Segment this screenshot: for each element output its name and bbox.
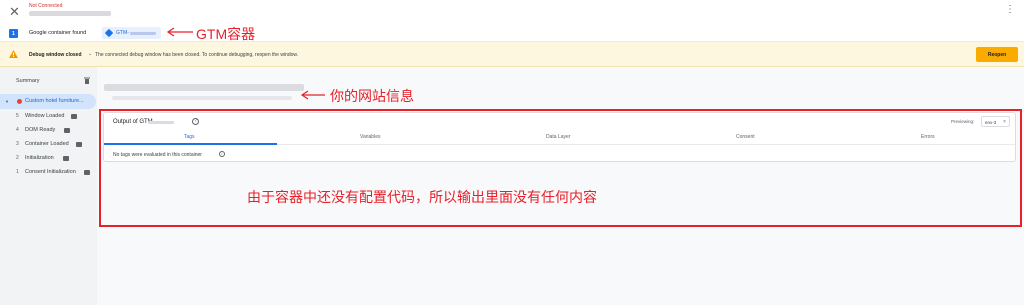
annotation-site-info: 你的网站信息 bbox=[330, 88, 414, 104]
summary-label[interactable]: Summary bbox=[16, 78, 40, 84]
event-label: Window Loaded bbox=[25, 113, 65, 119]
event-number: 2 bbox=[16, 155, 19, 161]
warning-icon bbox=[9, 50, 18, 58]
event-number: 5 bbox=[16, 113, 19, 119]
delete-icon[interactable] bbox=[84, 77, 90, 84]
gtm-chip-label: GTM- bbox=[116, 30, 129, 36]
active-event-label: Custom hotel furniture... bbox=[25, 98, 84, 104]
chevron-down-icon[interactable]: ⌄ bbox=[88, 51, 92, 57]
event-number: 1 bbox=[16, 169, 19, 175]
site-info-redacted bbox=[112, 96, 292, 100]
event-type-icon bbox=[84, 170, 90, 175]
container-count-badge: 1 bbox=[9, 29, 18, 38]
event-label: Initialization bbox=[25, 155, 54, 161]
annotation-arrow-icon bbox=[300, 90, 325, 100]
event-number: 3 bbox=[16, 141, 19, 147]
event-item[interactable]: 4 DOM Ready bbox=[0, 123, 97, 137]
annotation-empty-output: 由于容器中还没有配置代码，所以输出里面没有任何内容 bbox=[247, 189, 597, 205]
expand-caret-icon[interactable]: ▼ bbox=[5, 99, 9, 104]
banner-message: The connected debug window has been clos… bbox=[95, 52, 299, 58]
event-item[interactable]: 1 Consent Initialization bbox=[0, 165, 97, 179]
gtm-id-redacted bbox=[130, 32, 156, 35]
event-label: DOM Ready bbox=[25, 127, 56, 133]
gtm-diamond-icon bbox=[104, 28, 114, 38]
container-row: 1 Google container found GTM- bbox=[0, 24, 1024, 42]
active-event-item[interactable]: ▼ Custom hotel furniture... bbox=[0, 94, 96, 109]
banner-title: Debug window closed bbox=[29, 52, 82, 58]
event-number: 4 bbox=[16, 127, 19, 133]
tag-assistant-window: ✕ Not Connected ⋮ 1 Google container fou… bbox=[0, 0, 1024, 305]
connection-status: Not Connected bbox=[29, 3, 63, 9]
event-item[interactable]: 2 Initialization bbox=[0, 151, 97, 165]
event-type-icon bbox=[71, 114, 77, 119]
annotation-arrow-icon bbox=[166, 27, 193, 37]
gtm-container-chip[interactable]: GTM- bbox=[102, 27, 161, 39]
more-vert-icon[interactable]: ⋮ bbox=[1005, 5, 1015, 15]
event-type-icon bbox=[63, 156, 69, 161]
site-url-redacted bbox=[29, 11, 111, 16]
annotation-highlight-box bbox=[99, 109, 1022, 227]
container-found-label: Google container found bbox=[29, 30, 87, 36]
event-sidebar: Summary ▼ Custom hotel furniture... 5 Wi… bbox=[0, 67, 97, 305]
annotation-gtm-container: GTM容器 bbox=[196, 26, 256, 42]
event-item[interactable]: 3 Container Loaded bbox=[0, 137, 97, 151]
debug-closed-banner: Debug window closed ⌄ The connected debu… bbox=[0, 42, 1024, 67]
event-type-icon bbox=[76, 142, 82, 147]
top-bar: ✕ Not Connected ⋮ bbox=[0, 0, 1024, 24]
site-info-redacted bbox=[104, 84, 304, 91]
close-icon[interactable]: ✕ bbox=[9, 5, 20, 18]
reopen-button[interactable]: Reopen bbox=[976, 47, 1018, 62]
event-type-icon bbox=[64, 128, 70, 133]
event-label: Consent Initialization bbox=[25, 169, 76, 175]
page-dot-icon bbox=[17, 99, 22, 104]
event-item[interactable]: 5 Window Loaded bbox=[0, 109, 97, 123]
event-label: Container Loaded bbox=[25, 141, 69, 147]
